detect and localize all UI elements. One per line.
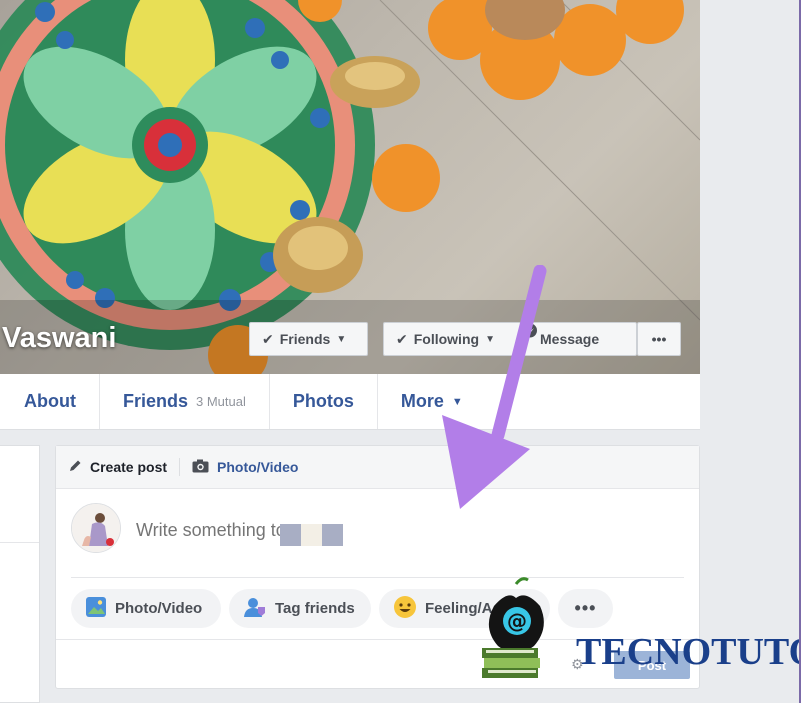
pencil-icon [68,459,82,476]
watermark-text: TECNOTUTO [576,631,801,673]
separator [179,458,181,476]
watermark-logo-icon: @ [482,577,544,678]
caret-down-icon: ▼ [336,333,347,345]
more-actions-label: ••• [574,598,597,618]
more-options-button[interactable]: ••• [637,322,681,356]
profile-tabs: About Friends 3 Mutual Photos More ▼ [0,374,700,430]
svg-text:@: @ [507,609,527,633]
tab-about-label: About [24,391,76,411]
tag-friends-icon [243,596,267,622]
smiley-icon [393,595,417,623]
tab-photos[interactable]: Photos [270,374,378,429]
friends-button-label: Friends [279,331,331,347]
photo-video-label: Photo/Video [217,459,299,475]
redacted-name [322,524,343,546]
post-text-input[interactable] [136,518,576,542]
tag-friends-label: Tag friends [275,600,355,617]
camera-icon [192,459,209,476]
cover-image [0,0,700,374]
photo-video-action-label: Photo/Video [115,600,203,617]
divider [71,577,684,578]
tag-friends-button[interactable]: Tag friends [229,589,371,628]
more-options-label: ••• [651,331,667,347]
tab-about[interactable]: About [0,374,100,429]
create-post-label: Create post [90,459,168,475]
tab-friends-label: Friends [122,391,188,411]
create-post-tab[interactable]: Create post [68,459,167,476]
cover-photo[interactable]: Vaswani ✔ Friends ▼ ✔ Following ▼ Messag… [0,0,700,374]
tab-photos-label: Photos [292,391,354,411]
photo-video-button[interactable]: Photo/Video [71,589,221,628]
profile-name[interactable]: Vaswani [2,322,116,355]
check-icon: ✔ [396,330,408,347]
friends-button[interactable]: ✔ Friends ▼ [249,322,368,356]
annotation-arrow-icon [442,265,547,509]
avatar[interactable] [71,503,121,553]
photo-icon [85,596,107,622]
composer-header: Create post Photo/Video [56,446,699,489]
photo-video-tab[interactable]: Photo/Video [192,459,298,476]
mutual-friends-count: 3 Mutual [196,394,246,409]
check-icon: ✔ [262,330,274,347]
tab-friends[interactable]: Friends 3 Mutual [100,374,270,429]
divider [0,542,39,543]
redacted-name [301,524,322,546]
intro-card [0,445,40,703]
redacted-name [280,524,301,546]
